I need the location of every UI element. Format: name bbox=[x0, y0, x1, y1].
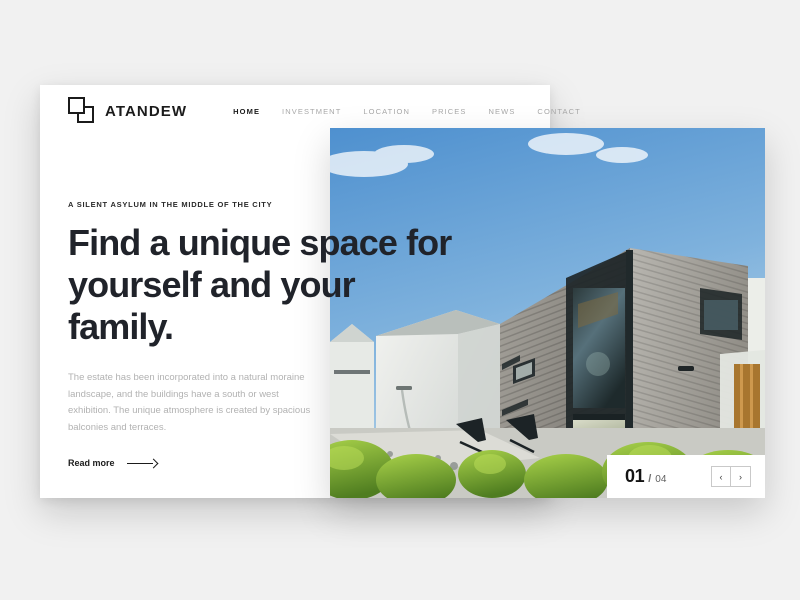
long-right-arrow-icon bbox=[126, 459, 157, 468]
nav-item-investment[interactable]: INVESTMENT bbox=[282, 107, 341, 116]
hero-paragraph: The estate has been incorporated into a … bbox=[68, 372, 311, 433]
hero-content: A SILENT ASYLUM IN THE MIDDLE OF THE CIT… bbox=[68, 200, 468, 471]
overlapping-squares-logo-icon bbox=[68, 97, 96, 125]
slide-current: 01 bbox=[625, 466, 645, 486]
hero-eyebrow: A SILENT ASYLUM IN THE MIDDLE OF THE CIT… bbox=[68, 200, 273, 209]
read-more-button[interactable]: Read more bbox=[68, 458, 157, 468]
logo-square-front bbox=[68, 97, 85, 114]
slider-controls: 01 / 04 ‹ › bbox=[607, 455, 765, 498]
nav-item-home[interactable]: HOME bbox=[233, 107, 260, 116]
read-more-label: Read more bbox=[68, 458, 115, 469]
page-root: ATANDEW HOME INVESTMENT LOCATION PRICES … bbox=[0, 0, 800, 600]
chevron-left-icon[interactable]: ‹ bbox=[711, 466, 731, 487]
nav-item-news[interactable]: NEWS bbox=[489, 107, 516, 116]
slide-separator: / bbox=[648, 473, 652, 485]
slider-arrows: ‹ › bbox=[711, 466, 751, 487]
chevron-right-icon[interactable]: › bbox=[731, 466, 751, 487]
nav-item-contact[interactable]: CONTACT bbox=[537, 107, 580, 116]
page-title: Find a unique space for yourself and you… bbox=[68, 222, 452, 348]
slide-total: 04 bbox=[655, 474, 667, 485]
main-navigation: HOME INVESTMENT LOCATION PRICES NEWS CON… bbox=[233, 107, 581, 116]
nav-item-prices[interactable]: PRICES bbox=[432, 107, 467, 116]
nav-item-location[interactable]: LOCATION bbox=[363, 107, 410, 116]
brand-name: ATANDEW bbox=[105, 102, 188, 120]
slide-counter: 01 / 04 bbox=[625, 466, 666, 487]
brand[interactable]: ATANDEW bbox=[68, 97, 187, 125]
